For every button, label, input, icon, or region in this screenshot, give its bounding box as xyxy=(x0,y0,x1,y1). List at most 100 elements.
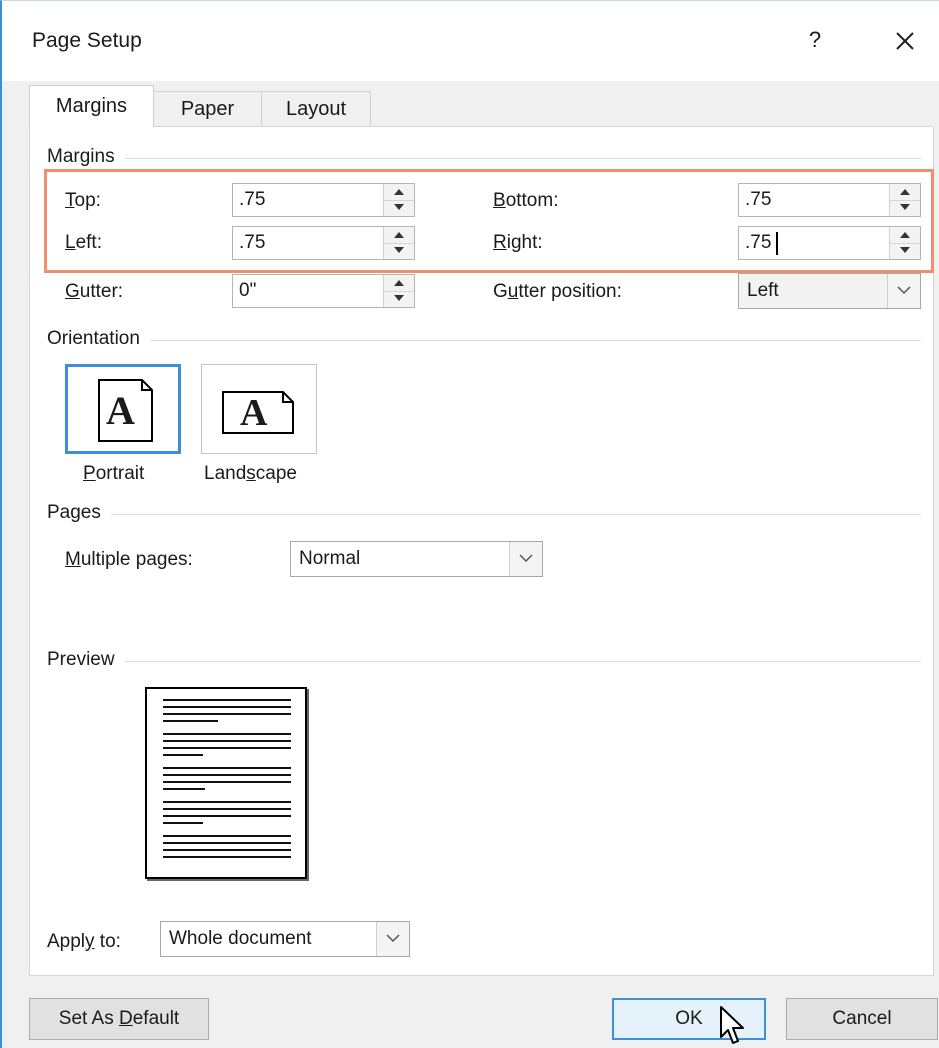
gutter-increment-button[interactable] xyxy=(384,275,414,292)
landscape-caption-pre: Land xyxy=(204,463,247,484)
left-decrement-button[interactable] xyxy=(384,243,414,259)
up-arrow-icon xyxy=(394,280,404,286)
bottom-spin-buttons xyxy=(889,184,920,216)
margins-group-label: Margins xyxy=(47,146,125,168)
right-decrement-button[interactable] xyxy=(890,243,920,259)
gutter-spin-buttons xyxy=(383,275,414,307)
up-arrow-icon xyxy=(394,232,404,238)
multiple-pages-dropdown-button[interactable] xyxy=(509,542,542,576)
down-arrow-icon xyxy=(394,247,404,253)
apply-to-label-pre: Appl xyxy=(47,931,86,952)
mouse-pointer-icon xyxy=(720,1006,744,1044)
apply-to-dropdown-button[interactable] xyxy=(376,922,409,956)
preview-line xyxy=(163,720,218,722)
gutter-value[interactable]: 0" xyxy=(239,280,256,302)
multiple-pages-label: Multiple pages: xyxy=(65,549,193,571)
portrait-glyph: A xyxy=(106,388,135,433)
gutter-position-label-rest: tter position: xyxy=(518,281,622,302)
multiple-pages-label-rest: ultiple pages: xyxy=(80,549,193,570)
apply-to-label: Apply to: xyxy=(47,931,121,953)
set-as-default-label-rest: efault xyxy=(132,1008,180,1029)
preview-line xyxy=(163,801,291,803)
apply-to-label-key: y xyxy=(85,931,95,952)
left-margin-spinner[interactable]: .75 xyxy=(232,226,415,260)
gutter-decrement-button[interactable] xyxy=(384,291,414,307)
bottom-increment-button[interactable] xyxy=(890,184,920,201)
multiple-pages-label-key: M xyxy=(65,549,81,570)
down-arrow-icon xyxy=(900,204,910,210)
preview-line xyxy=(163,747,291,749)
top-label: Top: xyxy=(65,190,101,212)
right-margin-value[interactable]: .75 xyxy=(745,232,771,254)
preview-page xyxy=(145,687,307,879)
up-arrow-icon xyxy=(900,189,910,195)
right-margin-spinner[interactable]: .75 xyxy=(738,226,921,260)
top-margin-value[interactable]: .75 xyxy=(239,189,265,211)
page-setup-dialog: Page Setup ? Margins Paper Layout Margin… xyxy=(0,0,939,1048)
bottom-margin-spinner[interactable]: .75 xyxy=(738,183,921,217)
tab-paper[interactable]: Paper xyxy=(153,91,262,125)
landscape-caption-rest: cape xyxy=(255,463,297,484)
set-as-default-button[interactable]: Set As Default xyxy=(29,998,209,1040)
orientation-group-divider xyxy=(47,340,921,341)
landscape-glyph: A xyxy=(240,392,268,434)
preview-line xyxy=(163,842,291,844)
close-button[interactable] xyxy=(882,21,928,61)
apply-to-label-rest: to: xyxy=(94,931,121,952)
bottom-margin-value[interactable]: .75 xyxy=(745,189,771,211)
portrait-button[interactable]: A xyxy=(65,364,181,454)
preview-line xyxy=(163,808,291,810)
landscape-caption: Landscape xyxy=(204,463,297,485)
top-margin-spinner[interactable]: .75 xyxy=(232,183,415,217)
gutter-position-label-pre: G xyxy=(493,281,508,302)
right-label-rest: ight: xyxy=(506,232,543,253)
gutter-label-key: G xyxy=(65,281,80,302)
top-decrement-button[interactable] xyxy=(384,200,414,216)
landscape-caption-key: s xyxy=(246,463,256,484)
gutter-position-value: Left xyxy=(747,280,779,301)
right-label-key: R xyxy=(493,232,507,253)
top-increment-button[interactable] xyxy=(384,184,414,201)
preview-line xyxy=(163,699,291,701)
bottom-decrement-button[interactable] xyxy=(890,200,920,216)
gutter-position-label-key: u xyxy=(507,281,519,302)
preview-line xyxy=(163,815,291,817)
preview-line xyxy=(163,849,291,851)
landscape-button[interactable]: A xyxy=(201,364,317,454)
gutter-position-select[interactable]: Left xyxy=(738,273,921,309)
gutter-position-dropdown-button[interactable] xyxy=(887,274,920,308)
preview-line xyxy=(163,856,291,858)
right-increment-button[interactable] xyxy=(890,227,920,244)
top-label-rest: op: xyxy=(74,190,101,211)
apply-to-value: Whole document xyxy=(169,928,312,949)
preview-line xyxy=(163,788,205,790)
tab-layout[interactable]: Layout xyxy=(261,91,371,125)
bottom-label-rest: ottom: xyxy=(505,190,559,211)
preview-line xyxy=(163,767,291,769)
preview-line xyxy=(163,733,291,735)
multiple-pages-select[interactable]: Normal xyxy=(290,541,543,577)
dialog-title: Page Setup xyxy=(32,29,142,52)
set-as-default-label-pre: Set As xyxy=(58,1008,119,1029)
pages-group-divider xyxy=(47,514,921,515)
portrait-caption-rest: ortrait xyxy=(95,463,145,484)
cancel-button[interactable]: Cancel xyxy=(786,998,938,1040)
help-button[interactable]: ? xyxy=(800,23,830,57)
left-increment-button[interactable] xyxy=(384,227,414,244)
top-spin-buttons xyxy=(383,184,414,216)
pages-group-label: Pages xyxy=(47,502,111,524)
margins-group-divider xyxy=(47,158,921,159)
preview-line xyxy=(163,713,291,715)
right-label: Right: xyxy=(493,232,543,254)
gutter-spinner[interactable]: 0" xyxy=(232,274,415,308)
preview-line xyxy=(163,835,291,837)
left-label-rest: eft: xyxy=(75,232,102,253)
preview-group-label: Preview xyxy=(47,649,125,671)
text-cursor xyxy=(776,232,778,255)
preview-line xyxy=(163,822,203,824)
down-arrow-icon xyxy=(394,295,404,301)
apply-to-select[interactable]: Whole document xyxy=(160,921,410,957)
preview-line xyxy=(163,740,291,742)
tab-margins[interactable]: Margins xyxy=(29,85,154,127)
left-margin-value[interactable]: .75 xyxy=(239,232,265,254)
